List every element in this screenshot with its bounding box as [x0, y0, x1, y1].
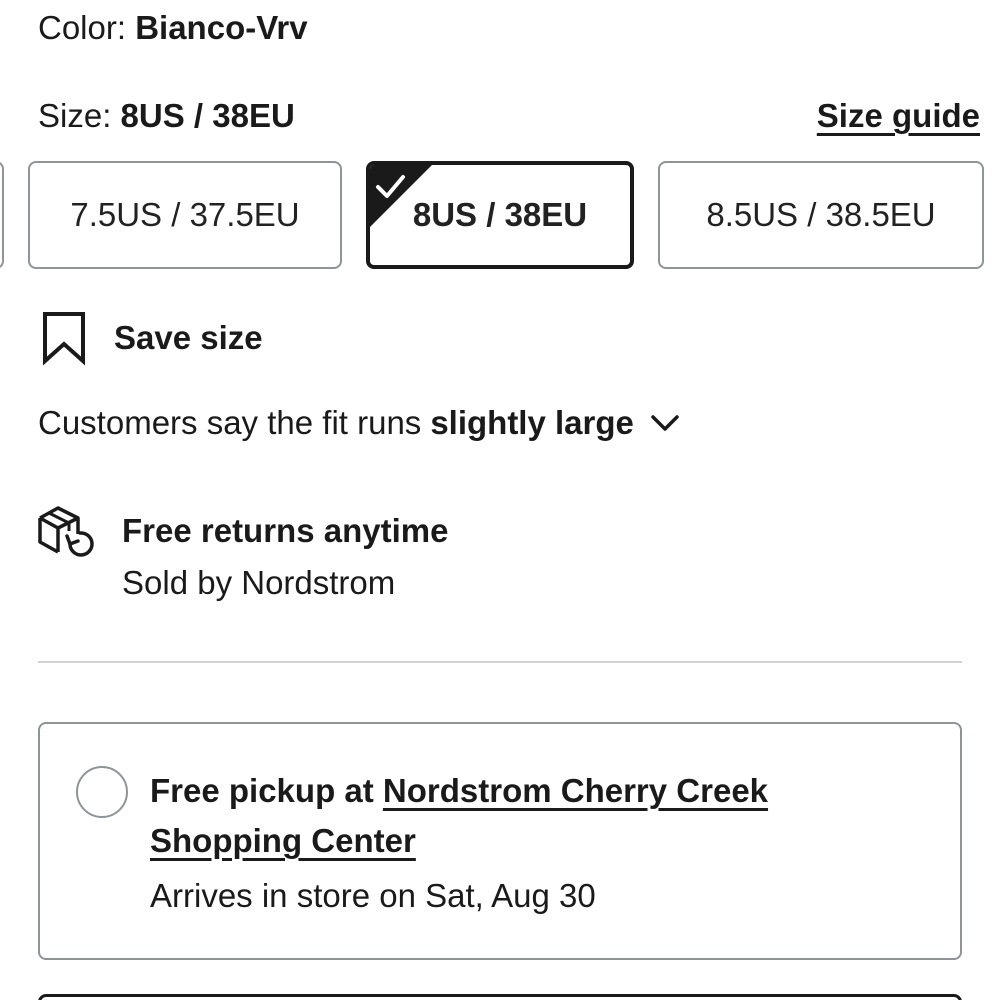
size-option-label: 7.5US / 37.5EU — [70, 196, 300, 233]
pickup-radio[interactable] — [76, 766, 128, 818]
pickup-title: Free pickup at Nordstrom Cherry Creek Sh… — [150, 766, 890, 866]
size-option[interactable]: 7.5US / 37.5EU — [28, 161, 342, 269]
size-label: Size: — [38, 97, 112, 134]
divider — [38, 661, 962, 663]
size-option[interactable]: 8.5US / 38.5EU — [658, 161, 984, 269]
pickup-arrival-date: Arrives in store on Sat, Aug 30 — [150, 877, 596, 914]
size-option-label: 8US / 38EU — [412, 196, 588, 233]
fit-value: slightly large — [430, 404, 634, 441]
bookmark-icon — [43, 312, 85, 366]
returns-title: Free returns anytime — [122, 512, 449, 549]
seller-info: Sold by Nordstrom — [122, 564, 396, 601]
save-size-button[interactable]: Save size — [40, 310, 263, 366]
return-box-icon — [38, 506, 94, 557]
size-selection-label: Size: 8US / 38EU — [38, 96, 295, 136]
size-value: 8US / 38EU — [120, 97, 295, 134]
size-option-selected[interactable]: 8US / 38EU — [366, 161, 634, 269]
color-value: Bianco-Vrv — [135, 9, 308, 46]
color-selection-label: Color: Bianco-Vrv — [38, 8, 308, 48]
size-guide-link[interactable]: Size guide — [817, 96, 980, 136]
fit-feedback-toggle[interactable]: Customers say the fit runs slightly larg… — [38, 402, 680, 444]
color-label: Color: — [38, 9, 127, 46]
fit-prefix: Customers say the fit runs — [38, 404, 422, 441]
pickup-option-card[interactable]: Free pickup at Nordstrom Cherry Creek Sh… — [38, 722, 962, 960]
checkmark-icon — [370, 165, 432, 227]
size-option-label: 8.5US / 38.5EU — [706, 196, 936, 233]
size-option-partial[interactable] — [0, 161, 4, 269]
pickup-prefix: Free pickup at — [150, 772, 374, 809]
chevron-down-icon — [651, 415, 679, 431]
next-option-card[interactable] — [38, 994, 962, 1000]
save-size-label: Save size — [114, 319, 263, 356]
